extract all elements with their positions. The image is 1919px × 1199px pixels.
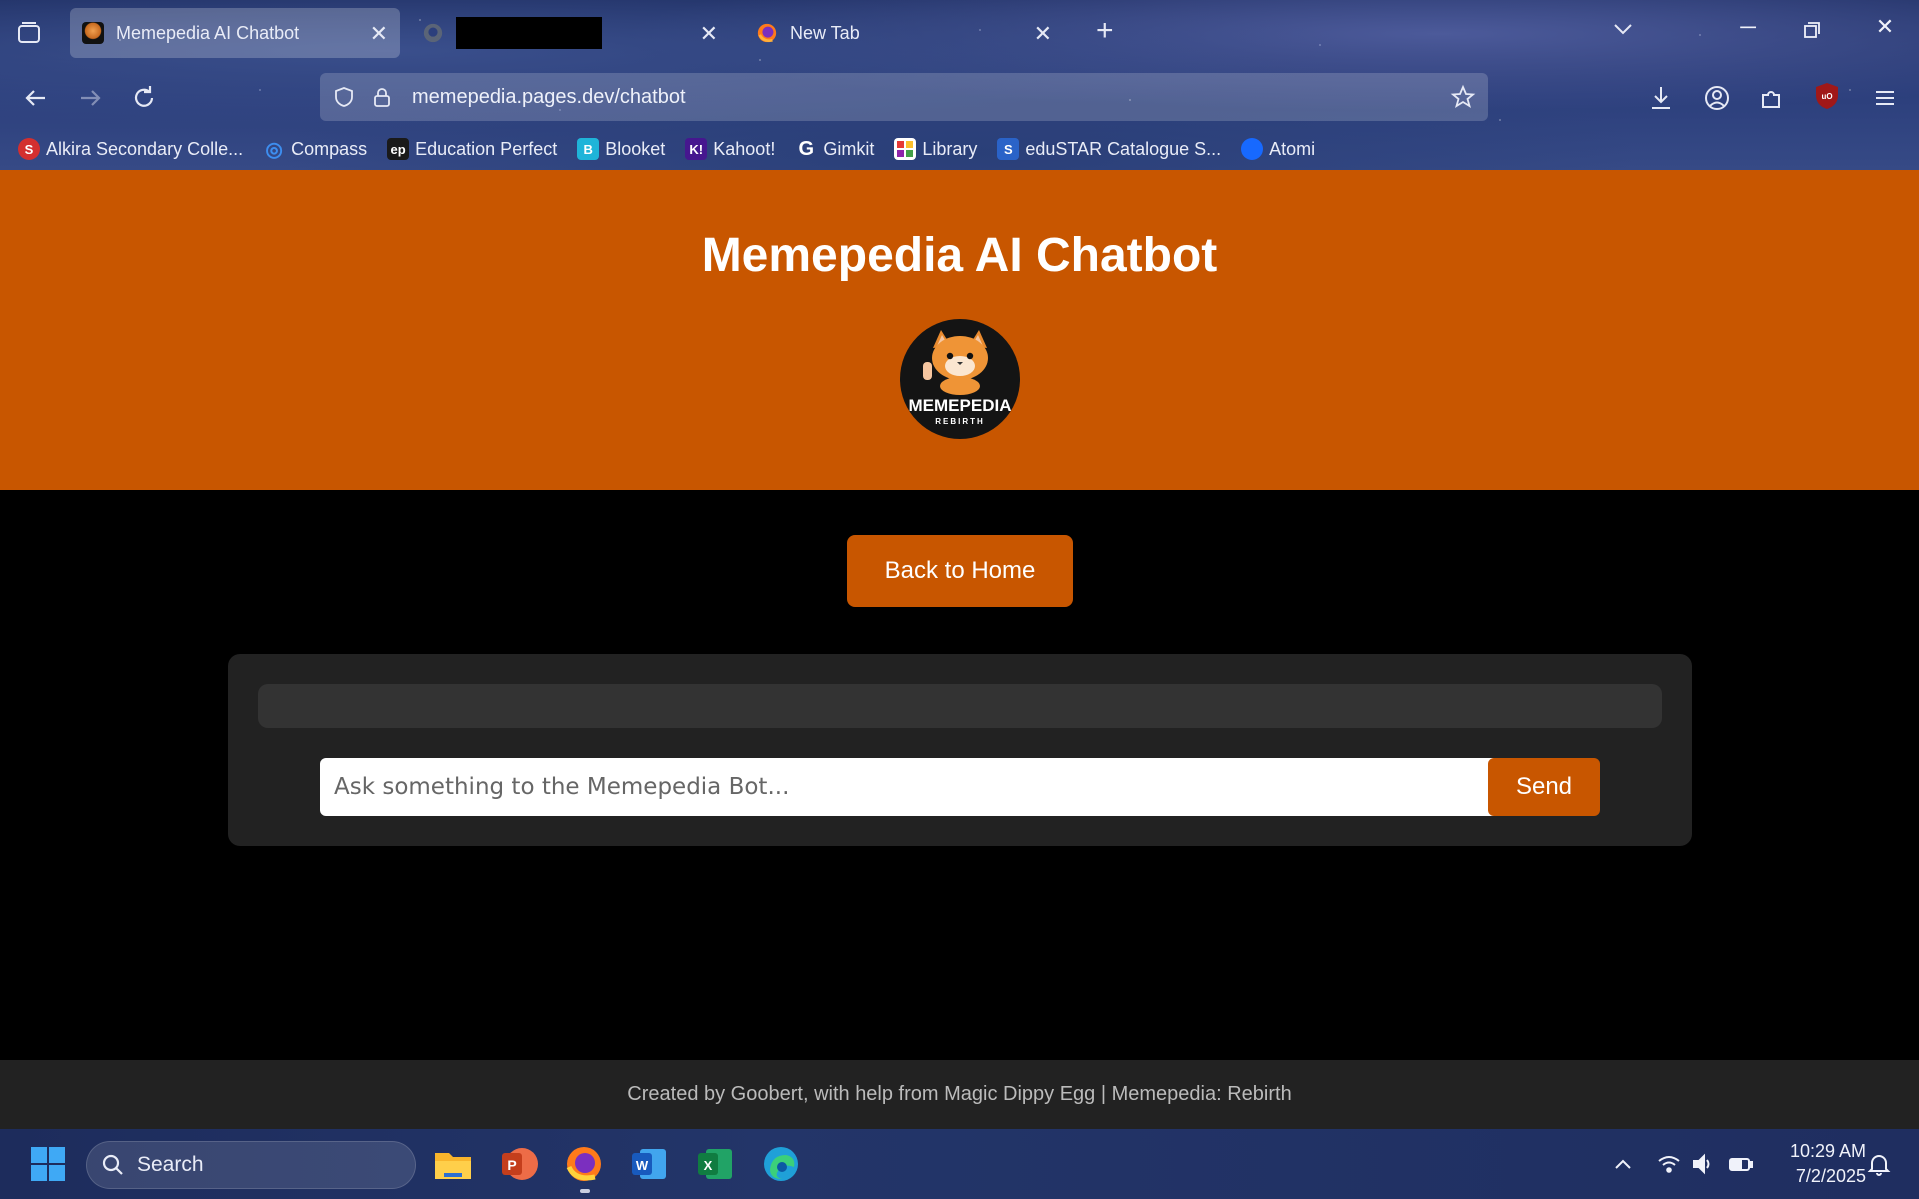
bookmark-label: Blooket [605, 138, 666, 159]
minimize-icon[interactable]: ─ [1733, 14, 1763, 44]
footer: Created by Goobert, with help from Magic… [0, 1060, 1919, 1129]
svg-text:W: W [636, 1158, 649, 1173]
svg-text:P: P [507, 1157, 516, 1173]
bookmarks-toolbar: S Alkira Secondary Colle... ◎ Compass ep… [18, 134, 1315, 164]
bookmark-label: Library [922, 138, 978, 159]
bookmark-library[interactable]: Library [894, 138, 977, 160]
footer-text: Created by Goobert, with help from Magic… [627, 1083, 1292, 1105]
bookmark-label: Education Perfect [415, 138, 558, 159]
extensions-icon[interactable] [1757, 83, 1787, 113]
taskbar: Search P W X 10:29 AM 7/2/2025 [0, 1129, 1919, 1199]
search-icon [102, 1154, 123, 1175]
reload-icon[interactable] [128, 82, 160, 114]
chat-messages-area[interactable] [258, 684, 1662, 728]
atomi-icon [1241, 138, 1264, 160]
notification-bell-icon[interactable] [1866, 1151, 1892, 1177]
blooket-icon: B [577, 138, 600, 160]
windows-start-icon[interactable] [30, 1146, 66, 1182]
redacted-title [456, 17, 602, 49]
bookmark-label: Atomi [1269, 138, 1316, 159]
bookmark-label: Alkira Secondary Colle... [46, 138, 244, 159]
svg-text:X: X [704, 1158, 713, 1173]
chat-panel: Send [228, 654, 1692, 846]
bookmark-alkira[interactable]: S Alkira Secondary Colle... [18, 138, 243, 160]
chat-input[interactable] [320, 758, 1500, 816]
bookmark-label: eduSTAR Catalogue S... [1025, 138, 1222, 159]
header-banner: Memepedia AI Chatbot MEMEPEDIA REBIRTH [0, 170, 1919, 490]
bookmark-label: Kahoot! [713, 138, 776, 159]
bookmark-kahoot[interactable]: K! Kahoot! [685, 138, 775, 160]
forward-icon[interactable] [74, 82, 106, 114]
active-app-indicator [580, 1189, 590, 1193]
page-title: Memepedia AI Chatbot [701, 229, 1218, 282]
word-icon[interactable]: W [628, 1143, 670, 1185]
bookmark-blooket[interactable]: B Blooket [577, 138, 665, 160]
svg-text:uO: uO [1821, 92, 1832, 101]
firefox-icon[interactable] [563, 1143, 605, 1185]
new-tab-icon[interactable]: + [1096, 14, 1114, 48]
memepedia-logo-icon [82, 22, 104, 44]
chevron-down-icon[interactable] [1610, 16, 1636, 42]
tab-memepedia-chatbot[interactable]: Memepedia AI Chatbot ✕ [70, 8, 400, 58]
bookmark-edustar[interactable]: S eduSTAR Catalogue S... [997, 138, 1221, 160]
edustar-icon: S [997, 138, 1020, 160]
close-tab-icon[interactable]: ✕ [1034, 21, 1052, 47]
compass-icon: ◎ [265, 138, 283, 161]
volume-icon[interactable] [1690, 1151, 1716, 1177]
back-icon[interactable] [20, 82, 52, 114]
close-window-icon[interactable]: ✕ [1870, 14, 1900, 44]
edge-icon[interactable] [760, 1143, 802, 1185]
tab-bar: Memepedia AI Chatbot ✕ ✕ New Tab ✕ + ─ ✕ [0, 0, 1919, 66]
back-to-home-button[interactable]: Back to Home [847, 535, 1073, 607]
tab-title: Memepedia AI Chatbot [116, 22, 300, 43]
bookmark-education-perfect[interactable]: ep Education Perfect [387, 138, 557, 160]
gimkit-icon: G [798, 137, 815, 160]
browser-chrome: Memepedia AI Chatbot ✕ ✕ New Tab ✕ + ─ ✕… [0, 0, 1919, 170]
downloads-icon[interactable] [1646, 83, 1676, 113]
system-clock[interactable]: 10:29 AM 7/2/2025 [1770, 1139, 1866, 1189]
url-text[interactable]: memepedia.pages.dev/chatbot [412, 86, 686, 109]
tab-title: New Tab [790, 22, 860, 43]
bookmark-gimkit[interactable]: G Gimkit [795, 137, 875, 160]
lock-icon[interactable] [370, 85, 394, 109]
ublock-origin-icon[interactable]: uO [1814, 82, 1840, 110]
close-tab-icon[interactable]: ✕ [370, 21, 388, 47]
close-tab-icon[interactable]: ✕ [700, 21, 718, 47]
taskbar-search[interactable]: Search [86, 1141, 416, 1189]
url-bar[interactable]: memepedia.pages.dev/chatbot [320, 73, 1488, 121]
firefox-icon [757, 23, 777, 43]
bookmark-label: Gimkit [823, 138, 875, 159]
chevron-up-icon[interactable] [1610, 1151, 1636, 1177]
github-icon [423, 23, 443, 43]
bookmark-atomi[interactable]: Atomi [1241, 138, 1315, 160]
logo-subtext: REBIRTH [935, 417, 985, 426]
memepedia-logo-icon: MEMEPEDIA REBIRTH [900, 319, 1020, 439]
bookmark-star-icon[interactable] [1450, 84, 1476, 110]
library-icon [894, 138, 917, 160]
clock-date: 7/2/2025 [1795, 1166, 1866, 1186]
powerpoint-icon[interactable]: P [498, 1143, 540, 1185]
tracking-protection-icon[interactable] [332, 85, 356, 109]
page-content: Memepedia AI Chatbot MEMEPEDIA REBIRTH B… [0, 170, 1919, 1129]
tab-new-tab[interactable]: New Tab ✕ [744, 8, 1064, 58]
school-icon: S [18, 138, 40, 160]
battery-icon[interactable] [1728, 1151, 1754, 1177]
file-explorer-icon[interactable] [432, 1143, 474, 1185]
tab-redacted[interactable]: ✕ [410, 8, 730, 58]
account-icon[interactable] [1702, 83, 1732, 113]
wifi-icon[interactable] [1656, 1151, 1682, 1177]
education-perfect-icon: ep [387, 138, 410, 160]
menu-icon[interactable] [1870, 83, 1900, 113]
tab-list-icon[interactable] [14, 18, 44, 48]
clock-time: 10:29 AM [1789, 1141, 1866, 1161]
bookmark-label: Compass [291, 138, 368, 159]
logo-wordmark: MEMEPEDIA [909, 396, 1012, 415]
excel-icon[interactable]: X [694, 1143, 736, 1185]
send-button[interactable]: Send [1488, 758, 1600, 816]
restore-icon[interactable] [1802, 20, 1822, 40]
taskbar-search-label: Search [137, 1153, 204, 1176]
kahoot-icon: K! [685, 138, 708, 160]
bookmark-compass[interactable]: ◎ Compass [263, 138, 368, 161]
